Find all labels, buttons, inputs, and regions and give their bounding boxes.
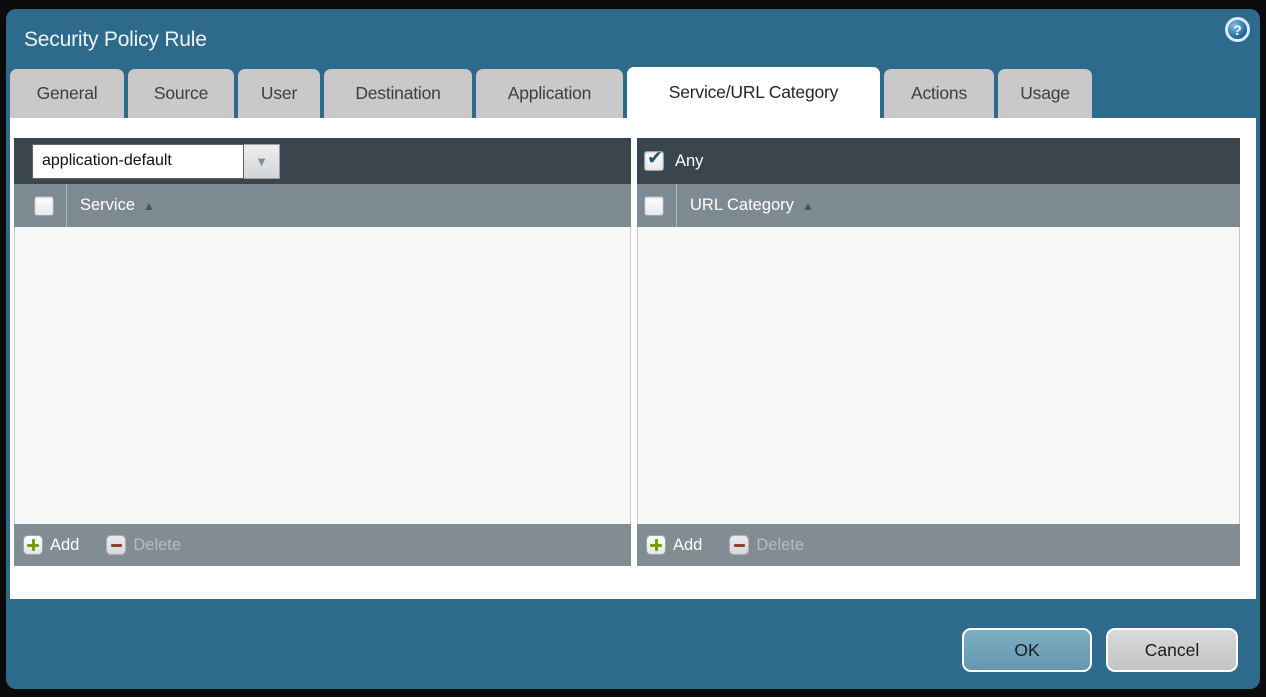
url-category-column-header-row: ✔ URL Category ▲ [637, 184, 1240, 227]
url-category-panel-header: ✔ Any [637, 138, 1240, 184]
delete-minus-icon [106, 535, 126, 555]
tab-general[interactable]: General [10, 69, 124, 118]
tab-content-service-url-category: application-default ▼ ✔ Service ▲ [10, 118, 1256, 599]
url-category-add-label: Add [673, 536, 702, 555]
tab-bar: General Source User Destination Applicat… [10, 68, 1256, 118]
add-plus-icon [23, 535, 43, 555]
service-type-dropdown[interactable]: application-default ▼ [32, 144, 280, 179]
url-category-delete-button[interactable]: Delete [729, 535, 804, 555]
security-policy-rule-dialog: Security Policy Rule ? General Source Us… [6, 9, 1260, 689]
url-category-any-label: Any [675, 152, 703, 171]
help-icon-glyph: ? [1233, 22, 1242, 38]
url-category-list-body[interactable] [637, 227, 1240, 524]
help-icon[interactable]: ? [1225, 17, 1250, 42]
add-plus-icon [646, 535, 666, 555]
cancel-button[interactable]: Cancel [1106, 628, 1238, 672]
url-category-select-all-cell: ✔ [637, 184, 676, 227]
service-toolbar: Add Delete [14, 524, 631, 566]
url-category-any-checkbox[interactable]: ✔ [644, 151, 664, 171]
url-category-column-header[interactable]: URL Category [690, 196, 794, 215]
dialog-title: Security Policy Rule [24, 28, 207, 52]
delete-minus-icon [729, 535, 749, 555]
service-column-header[interactable]: Service [80, 196, 135, 215]
tab-user[interactable]: User [238, 69, 320, 118]
service-delete-button[interactable]: Delete [106, 535, 181, 555]
service-list-body[interactable] [14, 227, 631, 524]
sort-asc-icon[interactable]: ▲ [802, 199, 814, 213]
service-type-dropdown-button[interactable]: ▼ [244, 144, 280, 179]
column-separator [676, 184, 677, 227]
service-panel-header: application-default ▼ [14, 138, 631, 184]
tab-actions[interactable]: Actions [884, 69, 994, 118]
tab-source[interactable]: Source [128, 69, 234, 118]
checkmark-icon: ✔ [647, 148, 663, 170]
service-add-label: Add [50, 536, 79, 555]
url-category-add-button[interactable]: Add [646, 535, 702, 555]
tab-service-url-category[interactable]: Service/URL Category [627, 67, 880, 118]
service-select-all-cell: ✔ [14, 184, 66, 227]
dialog-footer: OK Cancel [962, 628, 1238, 672]
tab-destination[interactable]: Destination [324, 69, 472, 118]
sort-asc-icon[interactable]: ▲ [143, 199, 155, 213]
service-select-all-checkbox[interactable]: ✔ [34, 196, 54, 216]
service-add-button[interactable]: Add [23, 535, 79, 555]
url-category-panel: ✔ Any ✔ URL Category ▲ Add [637, 138, 1240, 566]
url-category-delete-label: Delete [756, 536, 804, 555]
url-category-select-all-checkbox[interactable]: ✔ [644, 196, 664, 216]
tab-application[interactable]: Application [476, 69, 623, 118]
column-separator [66, 184, 67, 227]
url-category-any-row: ✔ Any [644, 151, 703, 171]
tab-usage[interactable]: Usage [998, 69, 1092, 118]
url-category-toolbar: Add Delete [637, 524, 1240, 566]
chevron-down-icon: ▼ [255, 154, 268, 169]
service-column-header-row: ✔ Service ▲ [14, 184, 631, 227]
service-delete-label: Delete [133, 536, 181, 555]
service-panel: application-default ▼ ✔ Service ▲ [14, 138, 631, 566]
service-type-dropdown-value: application-default [32, 144, 244, 179]
ok-button[interactable]: OK [962, 628, 1092, 672]
